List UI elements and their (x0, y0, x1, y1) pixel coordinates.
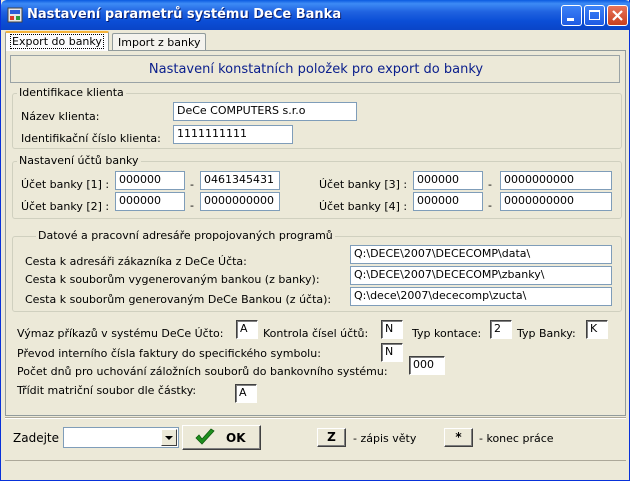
dirs-group-legend: Datové a pracovní adresáře propojovaných… (36, 229, 335, 242)
app-icon (7, 7, 23, 23)
client-group-legend: Identifikace klienta (17, 86, 126, 99)
write-record-button[interactable]: Z (317, 428, 346, 447)
account-1-dash: - (190, 178, 194, 191)
account-4-label: Účet banky [4] : (319, 200, 408, 213)
account-check-label: Kontrola čísel účtů: (263, 327, 369, 340)
invoice-transfer-field[interactable]: N (381, 343, 403, 362)
accounts-group-legend: Nastavení účtů banky (17, 154, 141, 167)
contact-type-field[interactable]: 2 (490, 320, 512, 339)
tab-export-label: Export do banky (10, 34, 104, 49)
close-icon (612, 10, 623, 21)
title-bar[interactable]: Nastavení parametrů systému DeCe Banka (1, 0, 630, 30)
close-button[interactable] (607, 5, 628, 26)
bank-type-label: Typ Banky: (517, 327, 576, 340)
tab-export[interactable]: Export do banky (5, 31, 109, 51)
account-1-number[interactable]: 0461345431 (200, 171, 280, 190)
account-4-number[interactable]: 0000000000 (500, 192, 612, 211)
write-record-label: - zápis věty (353, 432, 417, 445)
dir-customer-field[interactable]: Q:\DECE\2007\DECECOMP\data\ (350, 245, 612, 264)
client-id-label: Identifikační číslo klienta: (21, 132, 161, 145)
panel-header-title: Nastavení konstatních položek pro export… (148, 62, 484, 77)
client-id-field[interactable]: 1111111111 (173, 125, 293, 144)
sort-field[interactable]: A (235, 384, 257, 403)
chevron-down-icon (165, 436, 173, 440)
delete-orders-label: Výmaz příkazů v systému DeCe Účto: (17, 327, 224, 340)
account-2-label: Účet banky [2] : (21, 200, 110, 213)
minimize-button[interactable] (561, 5, 582, 26)
end-work-button[interactable]: * (444, 428, 473, 447)
account-3-prefix[interactable]: 000000 (413, 171, 483, 190)
account-2-prefix[interactable]: 000000 (115, 192, 185, 211)
account-check-field[interactable]: N (381, 320, 403, 339)
main-window: Nastavení parametrů systému DeCe Banka E… (0, 0, 630, 481)
minimize-icon (567, 18, 574, 21)
end-work-label: - konec práce (479, 432, 554, 445)
dir-customer-label: Cesta k adresáři zákazníka z DeCe Účta: (25, 255, 247, 268)
invoice-transfer-label: Převod interního čísla faktury do specif… (17, 347, 321, 360)
sort-label: Třídit matriční soubor dle částky: (17, 384, 197, 397)
tab-import-label: Import z banky (118, 36, 201, 49)
backup-days-label: Počet dnů pro uchování záložních souborů… (17, 365, 388, 378)
bank-type-field[interactable]: K (586, 320, 608, 339)
dir-frombank-field[interactable]: Q:\DECE\2007\DECECOMP\zbanky\ (350, 266, 612, 285)
ok-button-label: OK (226, 431, 246, 445)
account-2-number[interactable]: 0000000000 (200, 192, 280, 211)
account-4-dash: - (488, 199, 492, 212)
delete-orders-field[interactable]: A (236, 320, 258, 339)
enter-combo[interactable] (63, 427, 179, 448)
status-bar (5, 460, 626, 476)
panel-header: Nastavení konstatních položek pro export… (10, 55, 620, 83)
dir-generated-field[interactable]: Q:\dece\2007\dececomp\zucta\ (350, 287, 612, 306)
dir-frombank-label: Cesta k souborům vygenerovaným bankou (z… (25, 273, 320, 286)
enter-label: Zadejte (13, 431, 59, 445)
account-1-label: Účet banky [1] : (21, 178, 110, 191)
account-3-label: Účet banky [3] : (319, 178, 408, 191)
account-1-prefix[interactable]: 000000 (115, 171, 185, 190)
window-title: Nastavení parametrů systému DeCe Banka (27, 7, 342, 22)
tab-import[interactable]: Import z banky (112, 33, 207, 50)
client-name-field[interactable]: DeCe COMPUTERS s.r.o (173, 102, 357, 121)
client-name-label: Název klienta: (21, 110, 100, 123)
maximize-icon (589, 10, 600, 20)
contact-type-label: Typ kontace: (412, 327, 482, 340)
ok-button[interactable]: OK (182, 425, 261, 450)
dir-generated-label: Cesta k souborům generovaným DeCe Bankou… (25, 293, 332, 306)
account-4-prefix[interactable]: 000000 (413, 192, 483, 211)
account-3-dash: - (488, 178, 492, 191)
combo-dropdown-button[interactable] (161, 429, 177, 446)
backup-days-field[interactable]: 000 (409, 356, 445, 375)
maximize-button[interactable] (584, 5, 605, 26)
account-2-dash: - (190, 199, 194, 212)
bottom-separator (5, 417, 626, 419)
check-icon (195, 428, 215, 445)
account-3-number[interactable]: 0000000000 (500, 171, 612, 190)
